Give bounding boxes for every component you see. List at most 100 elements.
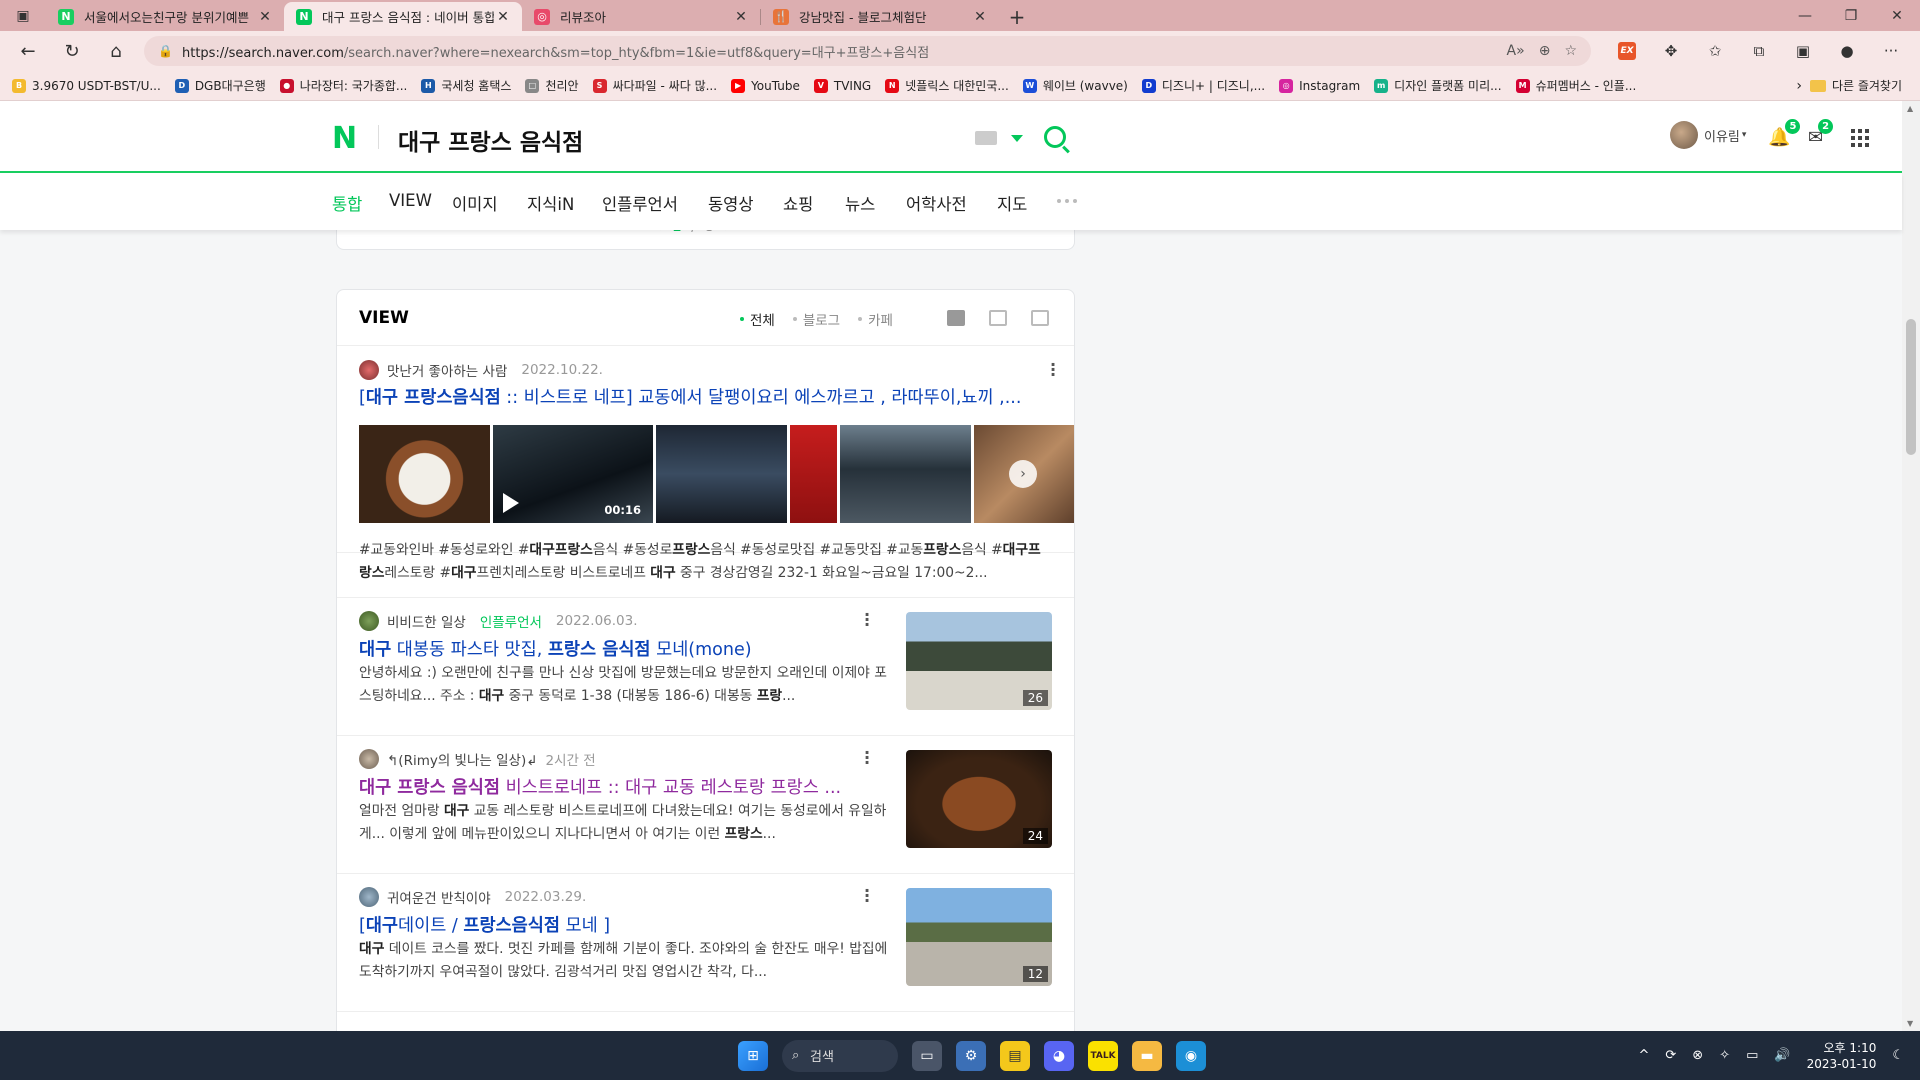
- windows-start-icon[interactable]: ⊞: [738, 1040, 768, 1071]
- post-title[interactable]: [대구 프랑스음식점 :: 비스트로 네프] 교동에서 달팽이요리 에스까르고 …: [359, 384, 1059, 409]
- bookmark-item[interactable]: m 디자인 플랫폼 미리...: [1374, 77, 1502, 94]
- tab-2[interactable]: 이미지: [452, 191, 498, 215]
- volume-icon[interactable]: 🔊: [1774, 1048, 1790, 1063]
- keyboard-icon[interactable]: [975, 131, 997, 145]
- post-thumbnail[interactable]: 26: [906, 612, 1052, 710]
- view-filter[interactable]: 블로그: [792, 309, 840, 329]
- kakaotalk-icon[interactable]: TALK: [1088, 1040, 1118, 1071]
- tab-actions-icon[interactable]: ▣: [0, 0, 46, 31]
- clock[interactable]: 오후 1:10 2023-01-10: [1807, 1040, 1877, 1072]
- file-explorer-icon[interactable]: ▬: [1132, 1040, 1162, 1071]
- chevron-down-icon[interactable]: [1011, 135, 1023, 142]
- tab-4[interactable]: 인플루언서: [602, 191, 678, 215]
- bookmark-item[interactable]: D 디즈니+ | 디즈니,...: [1141, 77, 1265, 94]
- avatar[interactable]: [359, 887, 379, 907]
- post-title[interactable]: 대구 대봉동 파스타 맛집, 프랑스 음식점 모네(mone): [359, 636, 894, 661]
- zoom-icon[interactable]: ⊕: [1539, 43, 1551, 59]
- add-favorite-icon[interactable]: ☆: [1564, 43, 1577, 59]
- bookmark-item[interactable]: ● 나라장터: 국가종합...: [279, 77, 407, 94]
- other-bookmarks[interactable]: 다른 즐겨찾기: [1809, 77, 1902, 94]
- collections-icon[interactable]: ⧉: [1737, 31, 1781, 71]
- taskbar-search[interactable]: ⌕ 검색: [782, 1039, 898, 1072]
- address-bar[interactable]: 🔒 https://search.naver.com/search.naver?…: [144, 36, 1591, 66]
- user-menu[interactable]: 이유림 ▾: [1670, 121, 1746, 149]
- tab-close-icon[interactable]: ✕: [971, 9, 989, 25]
- notification-bell-icon[interactable]: 🔔 5: [1768, 119, 1801, 148]
- notification-moon-icon[interactable]: ☾: [1892, 1048, 1904, 1063]
- more-options-icon[interactable]: ···: [862, 745, 872, 771]
- carousel-next-icon[interactable]: ›: [1009, 460, 1037, 488]
- more-options-icon[interactable]: ···: [1048, 357, 1058, 383]
- avatar[interactable]: [359, 360, 379, 380]
- tab-close-icon[interactable]: ✕: [732, 9, 750, 25]
- post-author[interactable]: 맛난거 좋아하는 사람: [387, 360, 507, 380]
- favorites-icon[interactable]: ✩: [1693, 31, 1737, 71]
- url-text[interactable]: https://search.naver.com/search.naver?wh…: [182, 42, 1507, 61]
- refresh-icon[interactable]: ↻: [50, 31, 94, 71]
- bookmark-item[interactable]: H 국세청 홈택스: [421, 77, 511, 94]
- detail-view-icon[interactable]: [989, 310, 1007, 326]
- browser-tab[interactable]: N 서울에서오는친구랑 분위기예쁜 ✕: [46, 2, 284, 31]
- tab-0[interactable]: 통합: [332, 191, 362, 215]
- mail-icon[interactable]: ✉ 2: [1808, 119, 1834, 148]
- avatar[interactable]: [359, 749, 379, 769]
- read-aloud-icon[interactable]: A»: [1507, 43, 1525, 59]
- post-author[interactable]: 귀여운건 반칙이야: [387, 887, 491, 907]
- post-thumbnail[interactable]: 12: [906, 888, 1052, 986]
- profile-avatar-icon[interactable]: ●: [1825, 31, 1869, 71]
- post-title[interactable]: 대구 프랑스 음식점 비스트로네프 :: 대구 교동 레스토랑 프랑스 ...: [359, 774, 894, 799]
- post-image[interactable]: [359, 425, 490, 523]
- tray-chevron-up-icon[interactable]: ^: [1638, 1048, 1649, 1063]
- bookmark-item[interactable]: ◎ Instagram: [1279, 78, 1360, 93]
- search-icon[interactable]: [1044, 126, 1066, 148]
- pager-next-icon[interactable]: ›: [724, 230, 729, 235]
- extension-icon[interactable]: EX: [1605, 31, 1649, 71]
- browser-tab[interactable]: ◎ 리뷰조아 ✕: [522, 2, 760, 31]
- browser-tab[interactable]: N 대구 프랑스 음식점 : 네이버 통합 ✕: [284, 2, 522, 31]
- search-query-input[interactable]: 대구 프랑스 음식점: [398, 123, 583, 157]
- bookmark-item[interactable]: W 웨이브 (wavve): [1022, 77, 1128, 94]
- post-video[interactable]: 00:16: [493, 425, 653, 523]
- extensions-puzzle-icon[interactable]: ✥: [1649, 31, 1693, 71]
- post-image[interactable]: [840, 425, 971, 523]
- pager-prev-icon[interactable]: ‹: [657, 230, 662, 235]
- scroll-down-icon[interactable]: ▼: [1907, 1019, 1913, 1028]
- post-image[interactable]: [790, 425, 837, 523]
- more-tabs-icon[interactable]: [1057, 199, 1077, 203]
- back-icon[interactable]: ←: [6, 31, 50, 71]
- avatar[interactable]: [359, 611, 379, 631]
- bookmark-item[interactable]: N 넷플릭스 대한민국...: [885, 77, 1009, 94]
- network-icon[interactable]: ▭: [1746, 1048, 1758, 1063]
- post-author[interactable]: ↰(Rimy의 빛나는 일상)↲: [387, 749, 538, 769]
- bookmark-item[interactable]: M 슈퍼멤버스 - 인플...: [1515, 77, 1636, 94]
- new-tab-button[interactable]: +: [999, 2, 1035, 31]
- sticky-notes-icon[interactable]: ▤: [1000, 1040, 1030, 1071]
- scroll-up-icon[interactable]: ▲: [1907, 104, 1913, 113]
- post-image[interactable]: [656, 425, 787, 523]
- scrollbar-thumb[interactable]: [1906, 319, 1916, 455]
- tab-9[interactable]: 지도: [997, 191, 1027, 215]
- view-filter[interactable]: 카페: [858, 309, 893, 329]
- settings-gear-icon[interactable]: ⚙: [956, 1040, 986, 1071]
- tab-close-icon[interactable]: ✕: [494, 9, 512, 25]
- task-view-icon[interactable]: ▭: [912, 1040, 942, 1071]
- bookmark-item[interactable]: S 싸다파일 - 싸다 많...: [592, 77, 717, 94]
- more-options-icon[interactable]: ···: [862, 883, 872, 909]
- list-view-icon[interactable]: [947, 310, 965, 326]
- bookmark-item[interactable]: B 3.9670 USDT-BST/U...: [12, 78, 161, 93]
- bookmark-item[interactable]: V TVING: [813, 78, 871, 93]
- naver-logo[interactable]: N: [332, 121, 357, 156]
- browser-essentials-icon[interactable]: ▣: [1781, 31, 1825, 71]
- discord-icon[interactable]: ◕: [1044, 1040, 1074, 1071]
- page-scrollbar[interactable]: ▲ ▼: [1902, 101, 1920, 1031]
- home-icon[interactable]: ⌂: [94, 31, 138, 71]
- more-bookmarks-icon[interactable]: ›: [1796, 78, 1802, 94]
- view-filter[interactable]: 전체: [740, 309, 775, 329]
- tab-5[interactable]: 동영상: [708, 191, 754, 215]
- post-thumbnail[interactable]: 24: [906, 750, 1052, 848]
- tray-app-icon[interactable]: ✧: [1719, 1048, 1730, 1063]
- tab-3[interactable]: 지식iN: [527, 191, 574, 215]
- tab-7[interactable]: 뉴스: [845, 191, 875, 215]
- edge-browser-icon[interactable]: ◉: [1176, 1040, 1206, 1071]
- tab-8[interactable]: 어학사전: [906, 191, 967, 215]
